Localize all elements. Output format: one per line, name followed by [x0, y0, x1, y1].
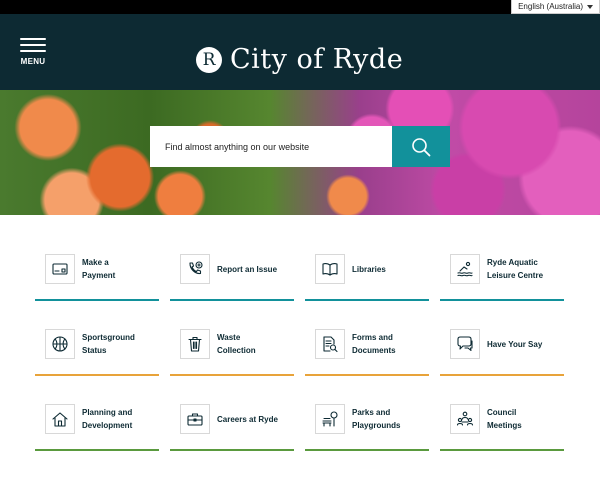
open-book-icon	[315, 254, 345, 284]
chevron-down-icon	[587, 4, 593, 9]
quick-link-tile[interactable]: Waste Collection	[170, 320, 294, 376]
quick-link-underline	[35, 299, 159, 301]
quick-link-label: Make a Payment	[82, 256, 115, 282]
quick-link-label-line: Parks and	[352, 408, 391, 417]
quick-link-label: Ryde Aquatic Leisure Centre	[487, 256, 543, 282]
hamburger-icon	[20, 38, 46, 40]
quick-link-underline	[170, 299, 294, 301]
quick-link-label-line: Planning and	[82, 408, 133, 417]
quick-link-label-line: Libraries	[352, 264, 386, 274]
quick-link-tile[interactable]: Libraries	[305, 245, 429, 301]
quick-link-label-line: Leisure Centre	[487, 271, 544, 280]
house-icon	[45, 404, 75, 434]
quick-link-label: Report an Issue	[217, 263, 277, 276]
quick-link-label: Waste Collection	[217, 331, 256, 357]
quick-link-label-line: Forms and	[352, 333, 393, 342]
quick-link-label-line: Collection	[217, 346, 256, 355]
menu-button[interactable]: MENU	[20, 38, 46, 66]
site-title: City of Ryde	[230, 44, 404, 75]
search-button[interactable]	[392, 126, 450, 167]
search-icon	[412, 137, 431, 156]
top-bar: English (Australia)	[0, 0, 600, 14]
quick-link-underline	[35, 449, 159, 451]
quick-link-tile[interactable]: Have Your Say	[440, 320, 564, 376]
site-logo[interactable]: R City of Ryde	[196, 44, 403, 75]
payment-card-icon	[45, 254, 75, 284]
quick-link-label-line: Status	[82, 346, 107, 355]
quick-link-label: Planning and Development	[82, 406, 132, 432]
hero-banner	[0, 90, 600, 215]
quick-link-tile[interactable]: Council Meetings	[440, 395, 564, 451]
quick-link-label: Parks and Playgrounds	[352, 406, 400, 432]
bin-icon	[180, 329, 210, 359]
quick-link-tile[interactable]: Sportsground Status	[35, 320, 159, 376]
menu-label: MENU	[20, 57, 46, 66]
quick-link-label-line: Have Your Say	[487, 339, 543, 349]
quick-link-tile[interactable]: Ryde Aquatic Leisure Centre	[440, 245, 564, 301]
speech-bubbles-icon	[450, 329, 480, 359]
quick-link-tile[interactable]: Careers at Ryde	[170, 395, 294, 451]
quick-link-underline	[170, 374, 294, 376]
quick-link-underline	[440, 449, 564, 451]
quick-link-label-line: Development	[82, 421, 133, 430]
quick-link-underline	[305, 449, 429, 451]
quick-link-underline	[35, 374, 159, 376]
quick-link-label-line: Waste	[217, 333, 241, 342]
logo-badge: R	[196, 46, 222, 73]
search-bar	[150, 126, 450, 167]
site-header: MENU R City of Ryde	[0, 14, 600, 90]
swimmer-icon	[450, 254, 480, 284]
search-input[interactable]	[150, 126, 392, 167]
quick-link-underline	[440, 299, 564, 301]
basketball-icon	[45, 329, 75, 359]
quick-link-label-line: Careers at Ryde	[217, 414, 278, 424]
phone-report-icon	[180, 254, 210, 284]
quick-link-tile[interactable]: Planning and Development	[35, 395, 159, 451]
quick-link-label: Sportsground Status	[82, 331, 135, 357]
quick-link-label-line: Make a	[82, 258, 109, 267]
language-label: English (Australia)	[518, 2, 583, 11]
park-bench-icon	[315, 404, 345, 434]
hamburger-icon-bar	[20, 50, 46, 52]
quick-link-label-line: Ryde Aquatic	[487, 258, 538, 267]
quick-link-underline	[440, 374, 564, 376]
quick-link-label-line: Payment	[82, 271, 116, 280]
meeting-people-icon	[450, 404, 480, 434]
quick-link-label: Libraries	[352, 263, 386, 276]
quick-link-label: Forms and Documents	[352, 331, 396, 357]
quick-link-underline	[305, 374, 429, 376]
document-search-icon	[315, 329, 345, 359]
quick-link-tile[interactable]: Forms and Documents	[305, 320, 429, 376]
quick-link-label-line: Council	[487, 408, 517, 417]
quick-link-label-line: Report an Issue	[217, 264, 278, 274]
quick-link-underline	[170, 449, 294, 451]
quick-link-label: Careers at Ryde	[217, 413, 278, 426]
quick-link-label-line: Meetings	[487, 421, 522, 430]
quick-link-label-line: Documents	[352, 346, 396, 355]
language-select[interactable]: English (Australia)	[511, 0, 600, 14]
quick-link-label-line: Playgrounds	[352, 421, 401, 430]
quick-link-label: Council Meetings	[487, 406, 522, 432]
briefcase-icon	[180, 404, 210, 434]
quick-link-tile[interactable]: Parks and Playgrounds	[305, 395, 429, 451]
quick-link-tile[interactable]: Make a Payment	[35, 245, 159, 301]
quick-link-tile[interactable]: Report an Issue	[170, 245, 294, 301]
quick-link-label-line: Sportsground	[82, 333, 135, 342]
hamburger-icon-bar	[20, 44, 46, 46]
quick-link-label: Have Your Say	[487, 338, 542, 351]
quick-link-underline	[305, 299, 429, 301]
